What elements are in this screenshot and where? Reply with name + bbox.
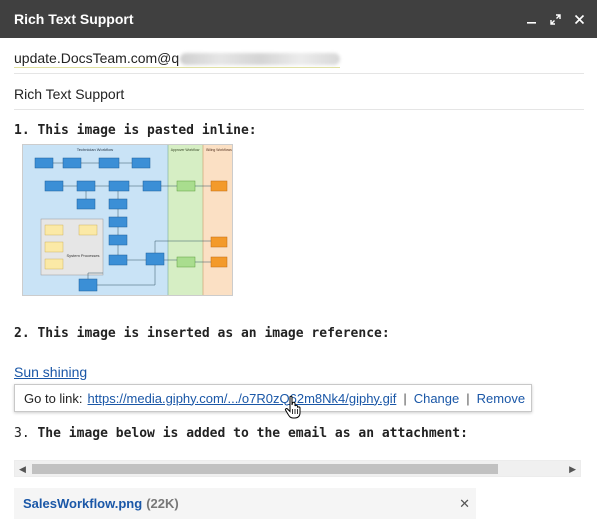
recipient-chip[interactable]: update.DocsTeam.com@q — [14, 49, 341, 68]
separator: | — [403, 390, 407, 406]
link-popup: Go to link: https://media.giphy.com/.../… — [14, 384, 532, 412]
body-line-3: 3. The image below is added to the email… — [14, 426, 468, 441]
horizontal-scrollbar[interactable]: ◀ ▶ — [14, 460, 581, 477]
attachment-filename[interactable]: SalesWorkflow.png — [23, 496, 142, 511]
lane-label-approver: Approver Workflow — [171, 148, 200, 152]
remove-link-button[interactable]: Remove — [477, 391, 525, 406]
body-line-2: 2. This image is inserted as an image re… — [14, 326, 390, 341]
system-processes-label: System Processes — [66, 253, 99, 258]
close-icon[interactable] — [573, 13, 585, 25]
change-link-button[interactable]: Change — [414, 391, 460, 406]
window-title: Rich Text Support — [14, 11, 134, 27]
separator: | — [466, 390, 470, 406]
hand-cursor-icon — [284, 395, 304, 424]
minimize-icon[interactable] — [525, 13, 537, 25]
scrollbar-thumb[interactable] — [32, 464, 498, 474]
subject-field[interactable]: Rich Text Support — [14, 78, 584, 110]
link-url[interactable]: https://media.giphy.com/.../o7R0zQ62m8Nk… — [88, 391, 397, 406]
subject-text: Rich Text Support — [14, 85, 125, 102]
attachment-chip[interactable]: SalesWorkflow.png (22K) ✕ — [14, 488, 476, 519]
title-bar: Rich Text Support — [0, 0, 597, 38]
attachment-size: (22K) — [146, 496, 179, 511]
recipient-address: update.DocsTeam.com@q — [14, 49, 180, 66]
compose-window: Rich Text Support update.DocsTeam.com@q … — [0, 0, 597, 530]
lane-label-billing: Billing Workflows — [206, 148, 232, 152]
to-field[interactable]: update.DocsTeam.com@q — [14, 44, 584, 74]
sun-shining-link[interactable]: Sun shining — [14, 364, 87, 380]
line3-number: 3. — [14, 426, 30, 441]
window-controls — [525, 13, 585, 25]
scroll-left-icon[interactable]: ◀ — [19, 464, 26, 475]
scroll-right-icon[interactable]: ▶ — [569, 464, 576, 475]
body-line-1: 1. This image is pasted inline: — [14, 123, 257, 138]
lane-label-technician: Technician Workflow — [77, 147, 113, 152]
expand-icon[interactable] — [549, 13, 561, 25]
inline-workflow-image[interactable]: Technician Workflow Approver Workflow Bi… — [22, 144, 233, 296]
goto-link-label: Go to link: — [24, 390, 83, 406]
line3-text: The image below is added to the email as… — [37, 426, 468, 441]
redacted-text — [180, 52, 341, 65]
remove-attachment-icon[interactable]: ✕ — [459, 496, 470, 512]
